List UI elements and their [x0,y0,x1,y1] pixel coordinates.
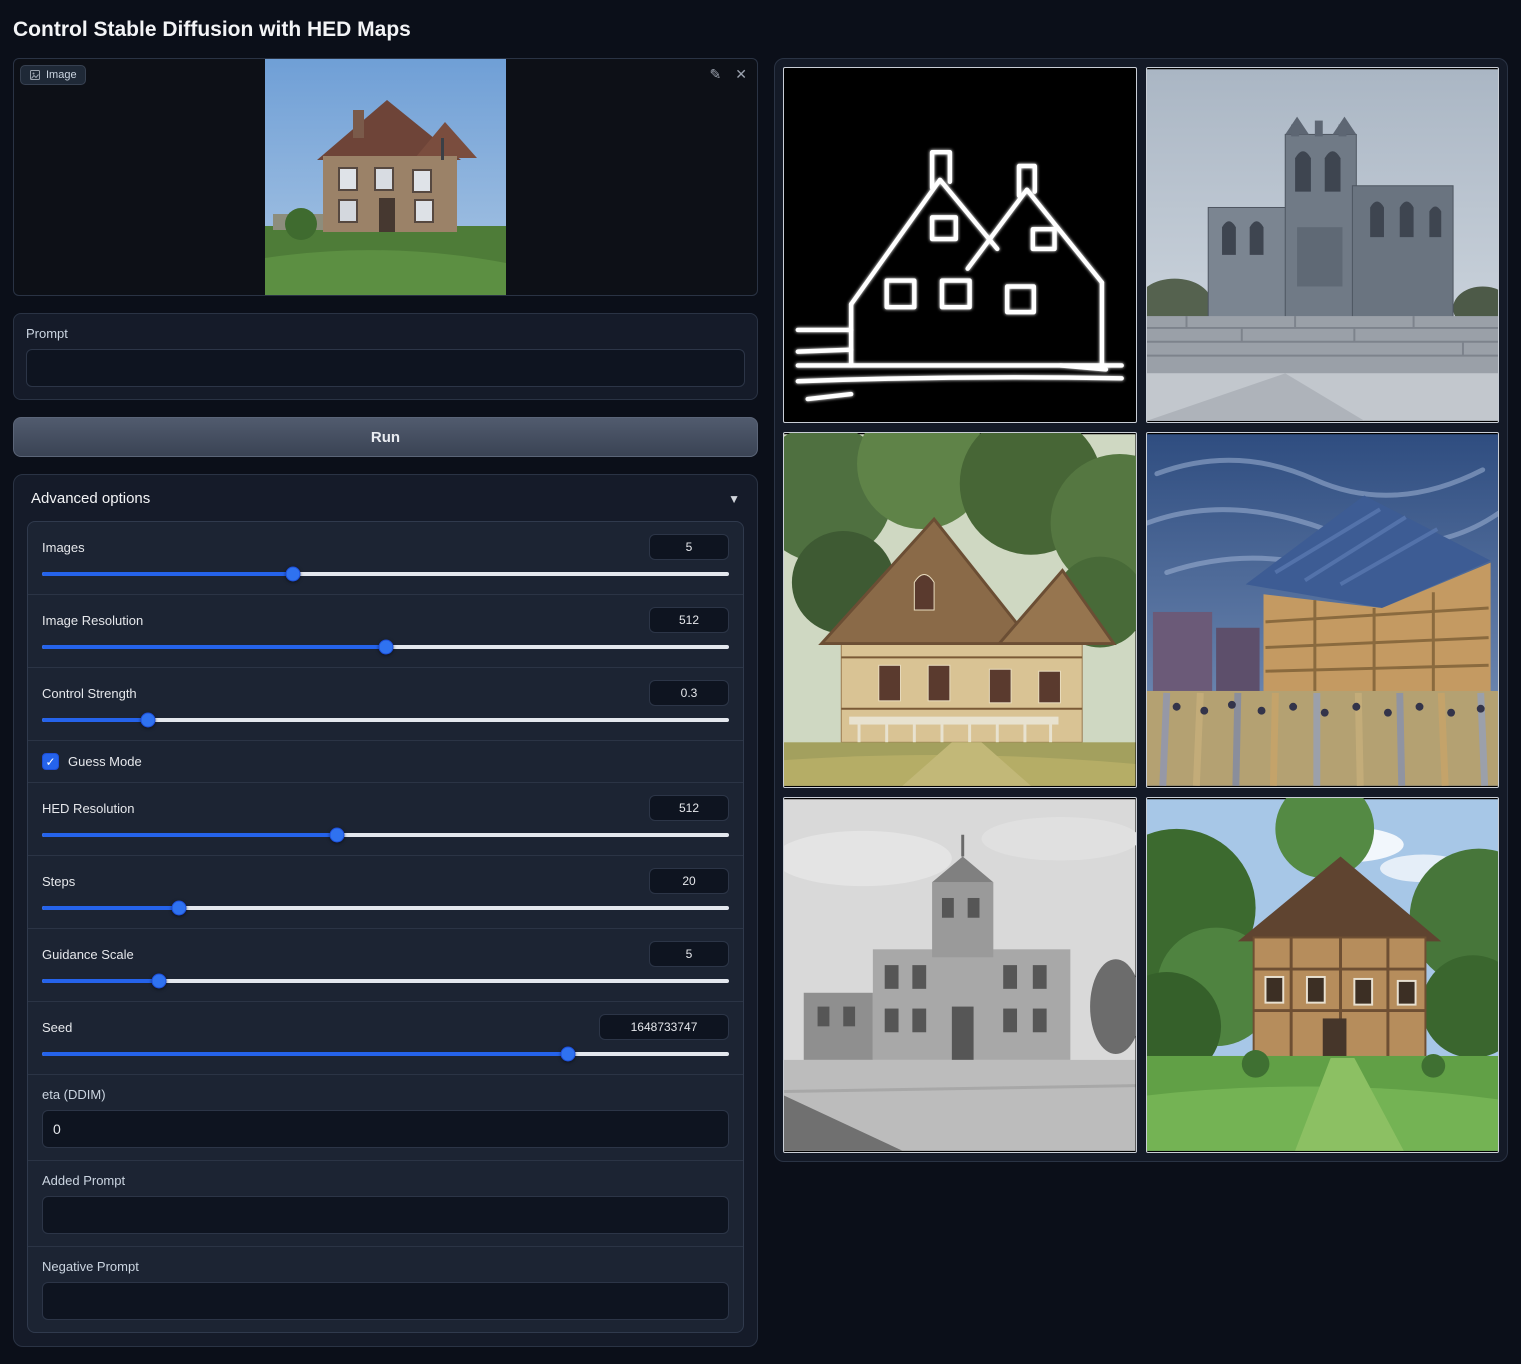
page-title: Control Stable Diffusion with HED Maps [13,10,1508,58]
seed-slider[interactable] [42,1046,729,1062]
steps-slider-handle[interactable] [172,901,187,916]
eta-input[interactable] [42,1110,729,1148]
added-prompt-input[interactable] [42,1196,729,1234]
result-gallery [774,58,1508,1162]
negative-prompt-row: Negative Prompt [28,1247,743,1332]
image-resolution-row: Image Resolution [28,595,743,668]
images-slider-handle[interactable] [285,567,300,582]
advanced-options-accordion[interactable]: Advanced options ▼ [27,488,744,521]
prompt-input[interactable] [26,349,745,387]
edit-image-icon[interactable]: ✎ [708,65,724,83]
negative-prompt-input[interactable] [42,1282,729,1320]
steps-row: Steps [28,856,743,929]
guidance-scale-label: Guidance Scale [42,947,134,962]
hed-resolution-row: HED Resolution [28,783,743,856]
guess-mode-label: Guess Mode [68,754,142,769]
seed-value-input[interactable] [599,1014,729,1040]
gallery-item-grayscale-building[interactable] [783,797,1137,1153]
controls-column: Image ✎ ✕ [13,58,758,1347]
steps-slider[interactable] [42,900,729,916]
gallery-item-hed-map[interactable] [783,67,1137,423]
image-resolution-value-input[interactable] [649,607,729,633]
chevron-down-icon: ▼ [728,492,740,506]
guidance-scale-row: Guidance Scale [28,929,743,1002]
castle-image [1147,68,1499,422]
image-input-label: Image [20,65,86,85]
grayscale-building-image [784,798,1136,1152]
clear-image-icon[interactable]: ✕ [733,65,749,83]
images-row: Images [28,522,743,595]
images-slider[interactable] [42,566,729,582]
advanced-options-form: Images Image Resolution [27,521,744,1333]
steps-value-input[interactable] [649,868,729,894]
eta-row: eta (DDIM) [28,1075,743,1161]
hed-resolution-slider[interactable] [42,827,729,843]
hed-resolution-slider-handle[interactable] [330,828,345,843]
seed-slider-handle[interactable] [560,1047,575,1062]
control-strength-label: Control Strength [42,686,137,701]
image-resolution-slider-handle[interactable] [378,640,393,655]
image-resolution-label: Image Resolution [42,613,143,628]
images-label: Images [42,540,85,555]
negative-prompt-label: Negative Prompt [42,1259,729,1274]
seed-label: Seed [42,1020,72,1035]
prompt-panel: Prompt [13,313,758,400]
gallery-item-timber-house[interactable] [1146,797,1500,1153]
uploaded-house-photo [265,58,506,296]
eta-label: eta (DDIM) [42,1087,729,1102]
image-icon [29,69,41,81]
control-strength-slider-handle[interactable] [141,713,156,728]
guidance-scale-slider-handle[interactable] [151,974,166,989]
images-value-input[interactable] [649,534,729,560]
guess-mode-checkbox[interactable]: ✓ [42,753,59,770]
control-strength-value-input[interactable] [649,680,729,706]
image-resolution-slider[interactable] [42,639,729,655]
added-prompt-row: Added Prompt [28,1161,743,1247]
control-strength-row: Control Strength [28,668,743,741]
advanced-options-panel: Advanced options ▼ Images [13,474,758,1347]
image-input[interactable]: Image ✎ ✕ [13,58,758,296]
guess-mode-row[interactable]: ✓ Guess Mode [28,741,743,783]
prompt-label: Prompt [26,326,745,341]
hed-map-image [784,68,1136,422]
advanced-options-title: Advanced options [31,490,150,507]
gallery-item-ornate-house[interactable] [783,432,1137,788]
timber-house-image [1147,798,1499,1152]
gallery-item-impressionist[interactable] [1146,432,1500,788]
added-prompt-label: Added Prompt [42,1173,729,1188]
guidance-scale-value-input[interactable] [649,941,729,967]
control-strength-slider[interactable] [42,712,729,728]
app: Control Stable Diffusion with HED Maps I… [0,0,1521,1361]
ornate-house-image [784,433,1136,787]
steps-label: Steps [42,874,75,889]
run-button[interactable]: Run [13,417,758,457]
hed-resolution-value-input[interactable] [649,795,729,821]
seed-row: Seed [28,1002,743,1075]
gallery-item-castle[interactable] [1146,67,1500,423]
hed-resolution-label: HED Resolution [42,801,135,816]
guidance-scale-slider[interactable] [42,973,729,989]
results-column [774,58,1508,1162]
impressionist-image [1147,433,1499,787]
